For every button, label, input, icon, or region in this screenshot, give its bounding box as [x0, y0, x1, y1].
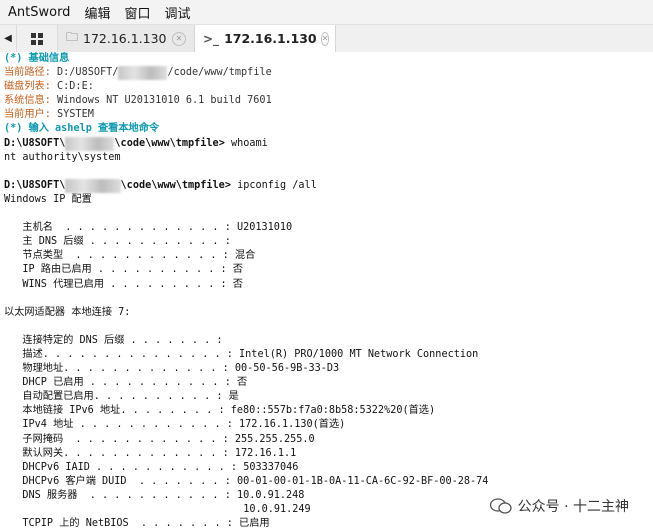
terminal-line: IP 路由已启用 . . . . . . . . . . : 否: [0, 263, 653, 277]
terminal-text: DNS 服务器 . . . . . . . . . . . : 10.0.91.…: [4, 489, 305, 501]
terminal-text: /code/www/tmpfile: [167, 67, 272, 79]
tab-bar: ◀ 🗀 172.16.1.130 ✕ >_ 172.16.1.130 ✕: [0, 25, 653, 53]
grid-icon[interactable]: [17, 25, 58, 52]
terminal-line: nt authority\system: [0, 151, 653, 165]
terminal-line: 默认网关. . . . . . . . . . . . . : 172.16.1…: [0, 447, 653, 461]
terminal-line: 当前用户: SYSTEM: [0, 108, 653, 122]
terminal-icon: >_: [203, 31, 220, 46]
terminal-line: 描述. . . . . . . . . . . . . . . : Intel(…: [0, 348, 653, 362]
terminal-line: TCPIP 上的 NetBIOS . . . . . . . : 已启用: [0, 517, 653, 531]
terminal-text: 当前路径:: [4, 67, 58, 79]
wechat-icon: [489, 498, 512, 514]
terminal-line: 节点类型 . . . . . . . . . . . . : 混合: [0, 249, 653, 263]
terminal-line: (*) 基础信息: [0, 52, 653, 66]
watermark: 公众号 · 十二主神: [485, 494, 633, 518]
menu-edit[interactable]: 编辑: [84, 3, 110, 22]
terminal-text: \code\www\tmpfile>: [114, 137, 231, 149]
terminal-line: 主机名 . . . . . . . . . . . . . : U2013101…: [0, 221, 653, 235]
terminal-line: 连接特定的 DNS 后缀 . . . . . . . :: [0, 334, 653, 348]
terminal-text: D:\U8SOFT\: [4, 137, 66, 149]
redacted-segment: xxxxxxxxx: [65, 178, 121, 193]
terminal-text: WINS 代理已启用 . . . . . . . . . : 否: [4, 278, 243, 290]
menu-bar: AntSword 编辑 窗口 调试: [0, 0, 653, 25]
menu-debug[interactable]: 调试: [164, 3, 190, 22]
terminal-line: Windows IP 配置: [0, 193, 653, 207]
tab-file-manager[interactable]: 🗀 172.16.1.130 ✕: [58, 25, 195, 52]
terminal-text: whoami: [230, 137, 268, 149]
terminal-text: 描述. . . . . . . . . . . . . . . : Intel(…: [4, 348, 479, 360]
tab-scroll-left-icon[interactable]: ◀: [0, 25, 17, 52]
terminal-text: 10.0.91.249: [4, 504, 311, 515]
terminal-text: 磁盘列表:: [4, 81, 58, 93]
redacted-segment: xxxxxxxx: [118, 66, 168, 81]
terminal-line: D:\U8SOFT\xxxxxxxx\code\www\tmpfile> who…: [0, 136, 653, 151]
terminal-line: (*) 输入 ashelp 查看本地命令: [0, 122, 653, 136]
terminal-text: D:/U8SOFT/: [57, 67, 119, 79]
terminal-line: 物理地址. . . . . . . . . . . . . : 00-50-56…: [0, 362, 653, 376]
terminal-text: 子网掩码 . . . . . . . . . . . . : 255.255.2…: [4, 433, 315, 445]
close-icon[interactable]: ✕: [172, 31, 186, 46]
terminal-text: 当前用户:: [4, 109, 58, 121]
redacted-segment: xxxxxxxx: [65, 136, 115, 151]
terminal-text: IP 路由已启用 . . . . . . . . . . : 否: [4, 264, 243, 276]
tab-terminal[interactable]: >_ 172.16.1.130 ✕: [195, 25, 336, 52]
terminal-text: DHCP 已启用 . . . . . . . . . . . : 否: [4, 377, 248, 389]
terminal-text: 连接特定的 DNS 后缀 . . . . . . . :: [4, 334, 223, 346]
terminal-text: C:D:E:: [57, 81, 94, 93]
terminal-text: 本地链接 IPv6 地址. . . . . . . . : fe80::557b…: [4, 405, 436, 417]
terminal-text: 以太网适配器 本地连接 7:: [4, 306, 131, 318]
terminal-text: DHCPv6 客户端 DUID . . . . . . . : 00-01-00…: [4, 475, 489, 487]
menu-window[interactable]: 窗口: [124, 3, 150, 22]
terminal-line: 子网掩码 . . . . . . . . . . . . : 255.255.2…: [0, 433, 653, 447]
close-icon[interactable]: ✕: [320, 31, 330, 46]
menu-antsword[interactable]: AntSword: [8, 5, 70, 20]
terminal-text: (*) 基础信息: [4, 53, 70, 64]
terminal-text: 节点类型 . . . . . . . . . . . . : 混合: [4, 250, 256, 262]
terminal-text: SYSTEM: [57, 109, 94, 121]
watermark-text: 公众号 · 十二主神: [517, 499, 629, 515]
terminal-text: 主机名 . . . . . . . . . . . . . : U2013101…: [4, 222, 293, 234]
terminal-text: 系统信息:: [4, 95, 58, 107]
terminal-output[interactable]: (*) 基础信息当前路径: D:/U8SOFT/xxxxxxxx/code/ww…: [0, 52, 653, 532]
terminal-line: 自动配置已启用. . . . . . . . . . : 是: [0, 390, 653, 404]
terminal-text: 主 DNS 后缀 . . . . . . . . . . . :: [4, 236, 231, 248]
terminal-line: 系统信息: Windows NT U20131010 6.1 build 760…: [0, 94, 653, 108]
terminal-line: 磁盘列表: C:D:E:: [0, 80, 653, 94]
terminal-line: 当前路径: D:/U8SOFT/xxxxxxxx/code/www/tmpfil…: [0, 66, 653, 81]
terminal-text: 自动配置已启用. . . . . . . . . . : 是: [4, 391, 239, 403]
terminal-text: ipconfig /all: [237, 179, 317, 191]
terminal-text: D:\U8SOFT\: [4, 179, 66, 191]
terminal-line: 以太网适配器 本地连接 7:: [0, 306, 653, 320]
terminal-line: DHCP 已启用 . . . . . . . . . . . : 否: [0, 376, 653, 390]
terminal-line: IPv4 地址 . . . . . . . . . . . . : 172.16…: [0, 418, 653, 432]
terminal-line: DHCPv6 客户端 DUID . . . . . . . : 00-01-00…: [0, 475, 653, 489]
terminal-text: nt authority\system: [4, 151, 121, 163]
tab-label: 172.16.1.130: [224, 31, 317, 46]
terminal-text: Windows IP 配置: [4, 193, 92, 205]
terminal-text: IPv4 地址 . . . . . . . . . . . . : 172.16…: [4, 419, 346, 431]
folder-icon: 🗀: [66, 30, 79, 44]
terminal-text: DHCPv6 IAID . . . . . . . . . . . : 5033…: [4, 461, 299, 473]
terminal-text: Windows NT U20131010 6.1 build 7601: [57, 95, 272, 107]
terminal-line: WINS 代理已启用 . . . . . . . . . : 否: [0, 278, 653, 292]
terminal-line: 主 DNS 后缀 . . . . . . . . . . . :: [0, 235, 653, 249]
terminal-text: 物理地址. . . . . . . . . . . . . : 00-50-56…: [4, 363, 340, 375]
terminal-line: 本地链接 IPv6 地址. . . . . . . . : fe80::557b…: [0, 404, 653, 418]
terminal-text: \code\www\tmpfile>: [120, 179, 238, 191]
terminal-text: 默认网关. . . . . . . . . . . . . : 172.16.1…: [4, 447, 297, 459]
terminal-line: DHCPv6 IAID . . . . . . . . . . . : 5033…: [0, 461, 653, 475]
terminal-text: (*) 输入 ashelp 查看本地命令: [4, 123, 160, 135]
terminal-line: D:\U8SOFT\xxxxxxxxx\code\www\tmpfile> ip…: [0, 178, 653, 193]
tab-label: 172.16.1.130: [83, 31, 167, 46]
terminal-text: TCPIP 上的 NetBIOS . . . . . . . : 已启用: [4, 518, 270, 530]
